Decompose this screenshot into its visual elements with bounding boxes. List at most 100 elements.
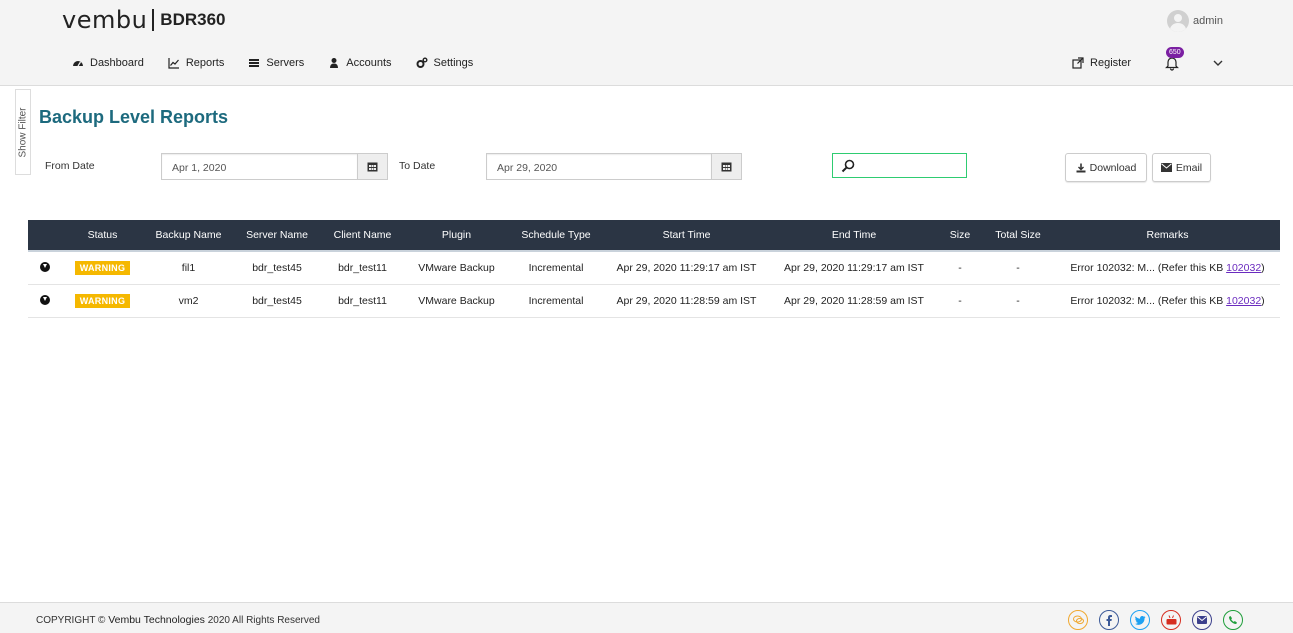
line-chart-icon [168,58,179,69]
calendar-icon [367,162,378,172]
facebook-icon[interactable] [1099,610,1119,630]
header-schedule-type[interactable]: Schedule Type [508,229,604,241]
company-name: Vembu Technologies [108,614,205,626]
expand-cell [28,294,62,308]
nav-settings[interactable]: Settings [416,57,474,69]
list-icon [249,59,260,67]
gears-icon [416,57,428,68]
remarks-cell: Error 102032: M... (Refer this KB 102032… [1055,262,1280,274]
expand-row-icon[interactable] [40,294,50,305]
kb-link[interactable]: 102032 [1226,295,1261,307]
dashboard-icon [73,61,83,67]
remarks-cell: Error 102032: M... (Refer this KB 102032… [1055,295,1280,307]
from-date-label: From Date [45,160,95,172]
from-date-input[interactable]: Apr 1, 2020 [161,153,358,180]
header-remarks[interactable]: Remarks [1055,229,1280,241]
header-total-size[interactable]: Total Size [981,229,1055,241]
header-actions: Register 650 [1072,47,1223,71]
header-end-time[interactable]: End Time [769,229,939,241]
table-row: WARNING vm2 bdr_test45 bdr_test11 VMware… [28,285,1280,318]
backup-report-table: Status Backup Name Server Name Client Na… [28,220,1280,318]
search-input[interactable] [832,153,967,178]
brand-logo[interactable]: vembu BDR360 [62,6,226,34]
envelope-icon [1160,163,1172,172]
user-icon [330,58,339,68]
plugin-cell: VMware Backup [418,295,495,307]
nav-accounts[interactable]: Accounts [328,57,392,69]
nav-dashboard[interactable]: Dashboard [72,57,144,69]
end-time-cell: Apr 29, 2020 11:29:17 am IST [784,262,924,274]
copyright: COPYRIGHT © Vembu Technologies 2020 All … [36,614,320,626]
header-backup-name[interactable]: Backup Name [143,229,234,241]
expand-row-icon[interactable] [40,261,50,272]
plugin-cell: VMware Backup [418,262,495,274]
kb-link[interactable]: 102032 [1226,262,1261,274]
copyright-suffix: 2020 All Rights Reserved [207,615,320,626]
header-plugin[interactable]: Plugin [405,229,508,241]
footer: COPYRIGHT © Vembu Technologies 2020 All … [0,602,1293,633]
client-name-cell: bdr_test11 [338,295,387,307]
twitter-icon[interactable] [1130,610,1150,630]
register-link[interactable]: Register [1072,57,1131,69]
chevron-down-icon[interactable] [1213,59,1223,67]
status-cell: WARNING [62,261,143,275]
from-date-calendar-button[interactable] [358,153,388,180]
end-time-cell: Apr 29, 2020 11:28:59 am IST [784,295,924,307]
email-button[interactable]: Email [1152,153,1211,182]
page-title: Backup Level Reports [39,107,229,127]
notifications-button[interactable]: 650 [1165,47,1184,71]
user-name: admin [1193,15,1223,27]
header-start-time[interactable]: Start Time [604,229,769,241]
avatar [1167,10,1190,32]
backup-name-cell: vm2 [178,295,199,307]
server-name-cell: bdr_test45 [252,295,302,307]
status-badge: WARNING [74,261,131,275]
to-date-calendar-button[interactable] [712,153,742,180]
download-icon [1076,163,1086,172]
server-name-cell: bdr_test45 [252,262,302,274]
calendar-icon [721,162,732,172]
start-time-cell: Apr 29, 2020 11:29:17 am IST [616,262,757,274]
email-icon[interactable] [1192,610,1212,630]
show-filter-tab[interactable]: Show Filter [15,89,31,175]
total-size-cell: - [1016,295,1020,307]
size-cell: - [958,295,962,307]
to-date-input[interactable]: Apr 29, 2020 [486,153,712,180]
external-link-icon [1072,57,1084,69]
header-server-name[interactable]: Server Name [234,229,320,241]
youtube-icon[interactable] [1161,610,1181,630]
social-links [1068,610,1243,630]
header-client-name[interactable]: Client Name [320,229,405,241]
backup-name-cell: fil1 [181,262,196,274]
nav-settings-label: Settings [433,57,474,69]
remarks-text: Error 102032: M... (Refer this KB [1070,262,1227,274]
main-nav: Dashboard Reports Servers Accounts Setti… [72,57,473,69]
nav-servers-label: Servers [266,57,305,69]
search-icon [841,159,855,173]
notification-badge: 650 [1166,47,1184,58]
register-label: Register [1090,57,1131,69]
logo-separator [152,9,155,31]
user-menu[interactable]: admin [1167,10,1223,32]
whatsapp-icon[interactable] [1223,610,1243,630]
nav-reports-label: Reports [185,57,225,69]
schedule-type-cell: Incremental [528,295,584,307]
show-filter-label: Show Filter [17,106,29,158]
total-size-cell: - [1016,262,1020,274]
expand-cell [28,261,62,275]
remarks-end: ) [1261,295,1265,307]
client-name-cell: bdr_test11 [338,262,387,274]
to-date-label: To Date [399,160,436,172]
logo-vembu: vembu [62,6,148,34]
chat-icon[interactable] [1068,610,1088,630]
remarks-text: Error 102032: M... (Refer this KB [1070,295,1227,307]
table-row: WARNING fil1 bdr_test45 bdr_test11 VMwar… [28,252,1280,285]
nav-reports[interactable]: Reports [168,57,225,69]
nav-servers[interactable]: Servers [248,57,304,69]
logo-product: BDR360 [160,10,226,29]
top-header: vembu BDR360 admin Dashboard Reports Ser… [0,0,1293,86]
header-size[interactable]: Size [939,229,981,241]
status-badge: WARNING [74,294,131,308]
header-status[interactable]: Status [62,229,143,241]
download-button[interactable]: Download [1065,153,1147,182]
